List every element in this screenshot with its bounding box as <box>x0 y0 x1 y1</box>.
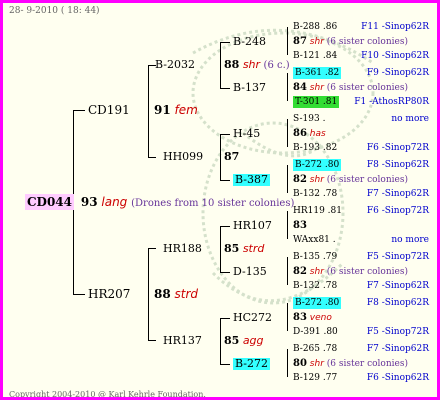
g2-score-line: 87 <box>224 150 240 163</box>
g4-line[interactable]: B-193 .82 <box>293 142 337 154</box>
g4-line: 87 shr (6 sister colonies) <box>293 36 408 47</box>
g1-score-line: 91 fem <box>154 103 198 117</box>
tree-line <box>287 73 288 101</box>
g4-line[interactable]: T-301 .81 <box>293 96 340 108</box>
root-note: (Drones from 10 sister colonies) <box>131 198 295 209</box>
g4-source: F6 -Sinop72R <box>366 206 429 216</box>
g4-line[interactable]: B-272 .80 <box>293 297 342 309</box>
tree-line <box>287 349 288 377</box>
g4-line: 83 veno <box>293 312 332 323</box>
g2-score-line: 85 strd <box>224 242 265 255</box>
g4-line: 80 shr (6 sister colonies) <box>293 358 408 369</box>
g4-line: 82 shr (6 sister colonies) <box>293 266 408 277</box>
tree-line <box>148 248 156 249</box>
tree-line <box>220 318 230 319</box>
g4-source: F7 -Sinop62R <box>366 281 429 291</box>
g4-line: 84 shr (6 sister colonies) <box>293 82 408 93</box>
g4-source: F6 -Sinop62R <box>366 373 429 383</box>
g4-line[interactable]: B-135 .79 <box>293 251 337 263</box>
g3-node[interactable]: D-135 <box>233 266 267 278</box>
g2-node[interactable]: HR137 <box>163 335 202 347</box>
g1-node[interactable]: CD191 <box>88 104 130 116</box>
g3-node[interactable]: B-137 <box>233 82 266 94</box>
g2-node[interactable]: HH099 <box>163 151 203 163</box>
g4-line[interactable]: B-132 .78 <box>293 188 337 200</box>
tree-line <box>287 257 288 285</box>
tree-line <box>220 318 221 364</box>
tree-line <box>220 88 230 89</box>
g4-line[interactable]: B-129 .77 <box>293 372 337 384</box>
g4-line[interactable]: HR119 .81 <box>293 205 342 217</box>
g1-score-line: 88 strd <box>154 287 199 301</box>
root-score: 93 <box>80 195 98 209</box>
tree-line <box>220 272 230 273</box>
g4-source: F5 -Sinop72R <box>366 252 429 262</box>
tree-line <box>148 248 149 340</box>
g4-source: F5 -Sinop72R <box>366 327 429 337</box>
tree-line <box>220 134 230 135</box>
g3-node[interactable]: H-45 <box>233 128 260 140</box>
tree-line <box>287 165 288 193</box>
g4-line[interactable]: B-272 .80 <box>293 159 342 171</box>
g4-source: F7 -Sinop62R <box>366 344 429 354</box>
g4-source: F9 -Sinop62R <box>366 68 429 78</box>
g4-line[interactable]: D-391 .80 <box>293 326 338 338</box>
g4-line: 83 <box>293 220 307 231</box>
g3-node[interactable]: HC272 <box>233 312 272 324</box>
tree-line <box>287 27 288 55</box>
root-node[interactable]: CD044 93 lang (Drones from 10 sister col… <box>25 194 295 210</box>
g4-source: no more <box>391 114 429 124</box>
tree-line <box>148 65 149 157</box>
tree-line <box>220 42 230 43</box>
g4-source: F6 -Sinop72R <box>366 143 429 153</box>
g4-source: F11 -Sinop62R <box>361 22 429 32</box>
tree-line <box>287 211 288 239</box>
g4-line[interactable]: B-288 .86 <box>293 21 337 33</box>
g4-source: F8 -Sinop62R <box>366 298 429 308</box>
g3-node[interactable]: HR107 <box>233 220 272 232</box>
g3-node[interactable]: B-248 <box>233 36 266 48</box>
g2-score-line: 85 agg <box>224 334 264 347</box>
g4-line[interactable]: B-361 .82 <box>293 67 342 79</box>
g4-source: F7 -Sinop62R <box>366 189 429 199</box>
tree-line <box>220 134 221 180</box>
tree-line <box>287 119 288 147</box>
g4-line[interactable]: S-193 . <box>293 113 325 125</box>
tree-line <box>220 180 230 181</box>
root-id[interactable]: CD044 <box>25 194 75 210</box>
g4-line[interactable]: WAxx81 . <box>293 234 336 246</box>
root-race: lang <box>101 195 128 209</box>
g4-source: F8 -Sinop62R <box>366 160 429 170</box>
tree-line <box>73 294 85 295</box>
g4-source: no more <box>391 235 429 245</box>
tree-line <box>220 42 221 88</box>
tree-line <box>73 110 85 111</box>
g4-line: 82 shr (6 sister colonies) <box>293 174 408 185</box>
pedigree-frame: 28- 9-2010 ( 18: 44) CD044 93 lang (Dron… <box>0 0 440 400</box>
g1-node[interactable]: HR207 <box>88 288 130 300</box>
g4-source: F1 -AthosRP80R <box>354 97 429 107</box>
g4-line[interactable]: B-132 .78 <box>293 280 337 292</box>
tree-line <box>287 303 288 331</box>
tree-line <box>220 364 230 365</box>
g2-node[interactable]: B-2032 <box>155 59 195 71</box>
tree-line <box>148 157 156 158</box>
g3-node[interactable]: B-387 <box>233 174 270 186</box>
g4-line: 86 has <box>293 128 326 139</box>
g4-line[interactable]: B-265 .78 <box>293 343 337 355</box>
g4-source: F10 -Sinop62R <box>361 51 429 61</box>
g3-node[interactable]: B-272 <box>233 358 270 370</box>
g4-line[interactable]: B-121 .84 <box>293 50 337 62</box>
g2-score-line: 88 shr (6 c.) <box>224 58 290 72</box>
tree-line <box>220 226 221 272</box>
print-date: 28- 9-2010 ( 18: 44) <box>9 6 100 16</box>
g2-node[interactable]: HR188 <box>163 243 202 255</box>
tree-line <box>220 226 230 227</box>
copyright: Copyright 2004-2010 @ Karl Kehrle Founda… <box>9 390 206 399</box>
tree-line <box>148 340 156 341</box>
